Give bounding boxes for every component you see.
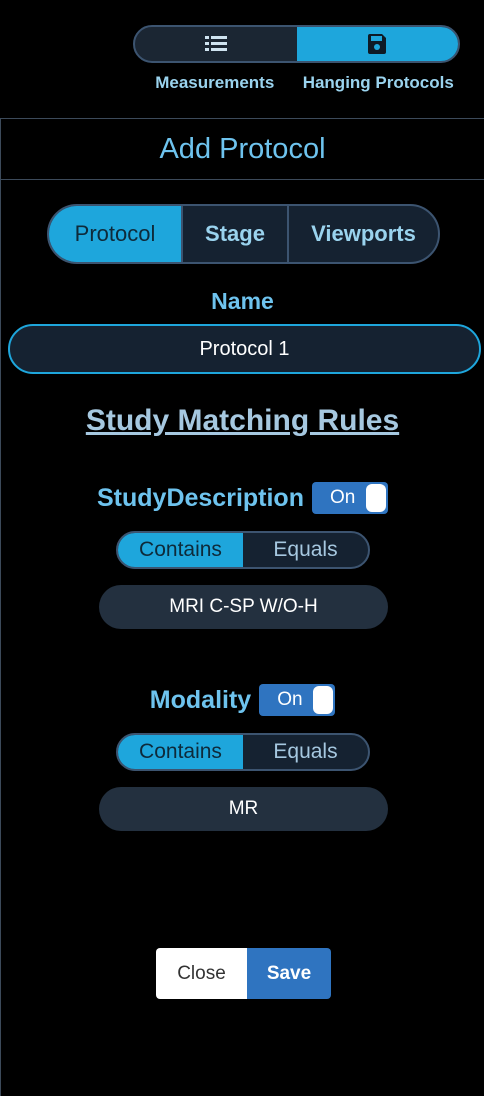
protocol-tabs: Protocol Stage Viewports	[47, 204, 440, 264]
save-button[interactable]: Save	[247, 948, 331, 999]
hanging-protocols-label: Hanging Protocols	[302, 73, 454, 92]
list-icon	[204, 36, 227, 51]
rule-toggle-switch[interactable]: On	[259, 684, 336, 716]
equals-option[interactable]: Equals	[243, 735, 368, 769]
equals-option[interactable]: Equals	[243, 533, 368, 567]
toggle-knob	[313, 686, 334, 714]
contains-option[interactable]: Contains	[118, 533, 243, 567]
protocol-name-input[interactable]	[8, 324, 481, 374]
toggle-knob	[365, 484, 386, 512]
measurements-label: Measurements	[155, 73, 275, 92]
rule-name: StudyDescription	[97, 483, 304, 512]
tab-stage[interactable]: Stage	[183, 206, 289, 262]
match-mode-selector: Contains Equals	[116, 733, 370, 771]
rule-value-field[interactable]: MRI C-SP W/O-H	[99, 585, 388, 629]
protocol-panel: Add Protocol Protocol Stage Viewports Na…	[0, 118, 484, 1096]
panel-title: Add Protocol	[159, 132, 326, 165]
tab-viewports[interactable]: Viewports	[289, 206, 438, 262]
rule-modality: Modality On	[1, 684, 484, 716]
rule-studydescription: StudyDescription On	[1, 482, 484, 514]
save-icon	[368, 34, 387, 54]
close-button[interactable]: Close	[156, 948, 247, 999]
action-buttons: Close Save	[156, 948, 331, 999]
name-label: Name	[211, 288, 274, 314]
rule-toggle-switch[interactable]: On	[311, 482, 388, 514]
measurements-toggle-button[interactable]	[135, 27, 297, 61]
hanging-protocols-toggle-button[interactable]	[296, 27, 458, 61]
toggle-label: On	[277, 689, 303, 710]
study-matching-rules-title: Study Matching Rules	[85, 404, 400, 437]
view-toggle	[133, 25, 460, 63]
rule-value-field[interactable]: MR	[99, 787, 388, 831]
toggle-label: On	[329, 487, 356, 508]
match-mode-selector: Contains Equals	[116, 531, 370, 569]
contains-option[interactable]: Contains	[118, 735, 243, 769]
rule-name: Modality	[149, 685, 252, 714]
tab-protocol[interactable]: Protocol	[49, 206, 183, 262]
panel-header: Add Protocol	[1, 118, 484, 180]
